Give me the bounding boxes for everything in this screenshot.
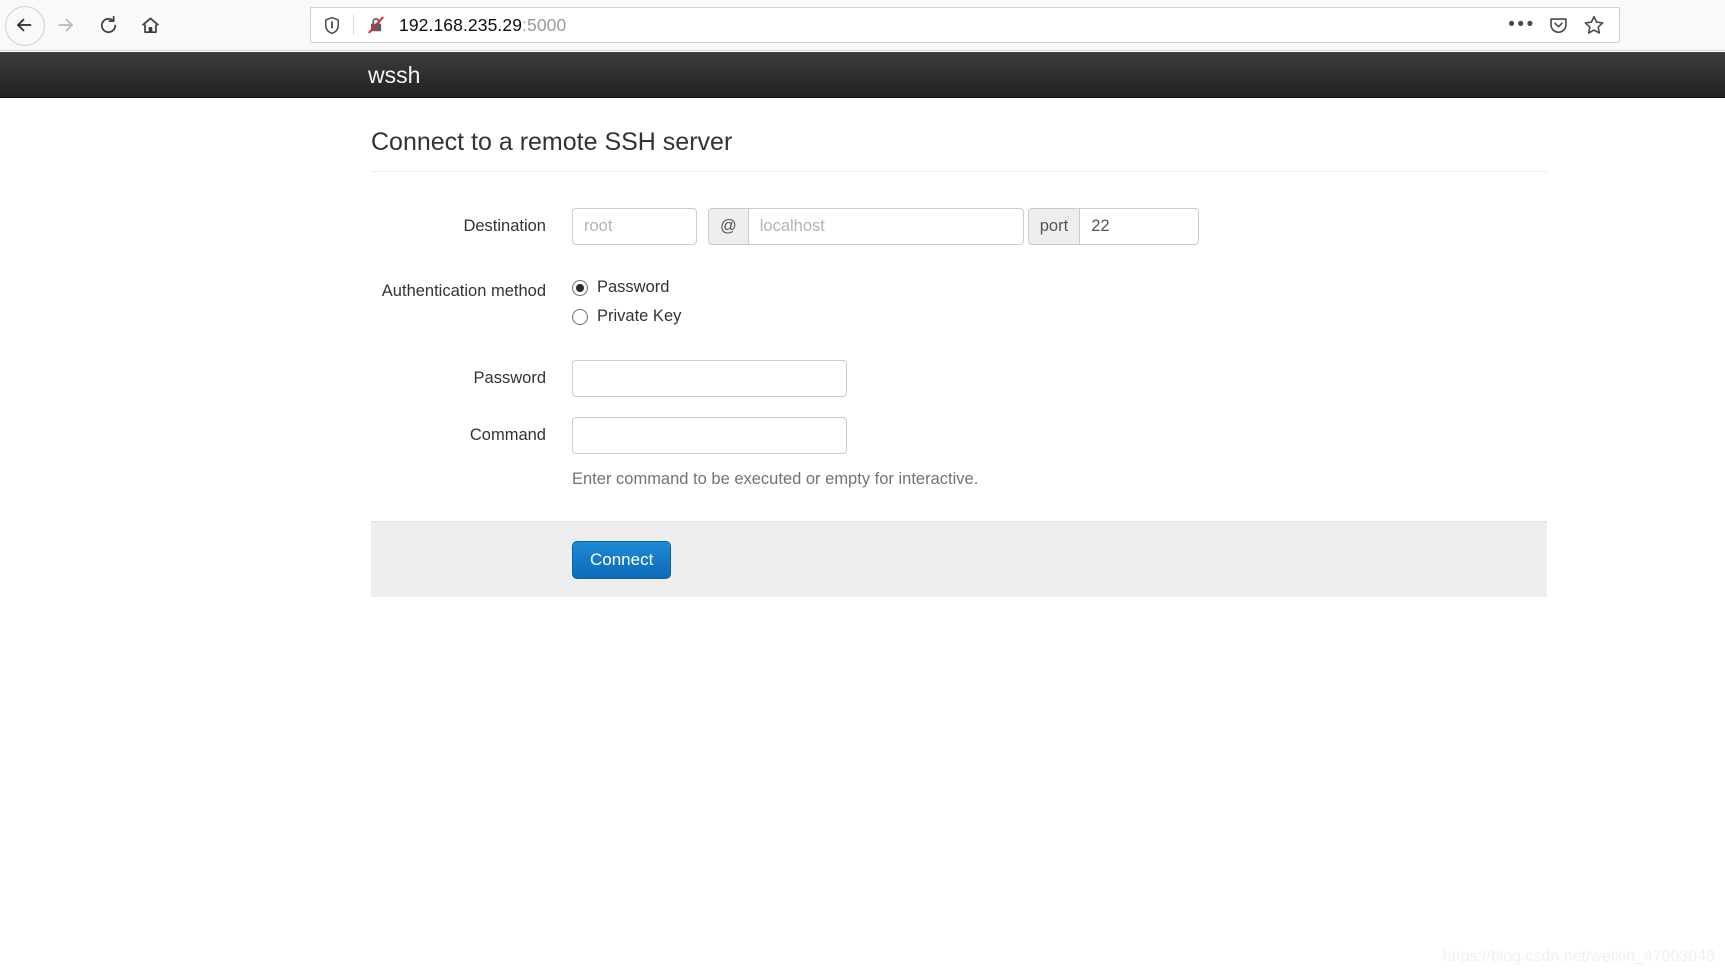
title-divider [371, 171, 1547, 172]
form-footer: Connect [371, 521, 1547, 597]
ellipsis-icon[interactable]: ••• [1505, 9, 1539, 41]
page-title: Connect to a remote SSH server [371, 128, 733, 156]
command-row: Command [371, 417, 1547, 459]
urlbar-actions: ••• [1505, 9, 1619, 41]
back-icon[interactable] [5, 6, 45, 46]
app-navbar: wssh [0, 52, 1725, 98]
command-label: Command [469, 426, 546, 444]
at-addon: @ [708, 208, 748, 245]
command-help-text: Enter command to be executed or empty fo… [572, 470, 979, 488]
password-row: Password [371, 360, 1547, 402]
star-icon[interactable] [1577, 9, 1611, 41]
radio-private-key-label: Private Key [597, 307, 682, 325]
forward-icon [47, 6, 85, 44]
radio-password-label: Password [597, 278, 670, 296]
url-bar[interactable]: 192.168.235.29:5000 ••• [310, 7, 1620, 43]
password-input[interactable] [572, 360, 847, 397]
port-input[interactable] [1079, 208, 1200, 245]
command-input[interactable] [572, 417, 847, 454]
destination-input-group: @ port [572, 208, 1200, 245]
brand-link[interactable]: wssh [368, 61, 420, 89]
home-icon[interactable] [131, 6, 169, 44]
auth-method-label: Authentication method [381, 282, 546, 300]
auth-method-row: Authentication method Password Private K… [371, 273, 1547, 353]
password-label: Password [473, 369, 546, 387]
radio-password-indicator[interactable] [572, 279, 588, 296]
destination-row: Destination @ port [371, 208, 1547, 248]
port-addon: port [1027, 208, 1080, 245]
destination-label: Destination [463, 217, 546, 235]
urlbar-divider [353, 15, 354, 35]
browser-toolbar: 192.168.235.29:5000 ••• [0, 0, 1725, 51]
hostname-input[interactable] [747, 208, 1024, 245]
username-input[interactable] [572, 208, 697, 245]
shield-icon[interactable] [323, 16, 341, 35]
radio-private-key[interactable]: Private Key [572, 302, 681, 331]
url-text[interactable]: 192.168.235.29:5000 [399, 15, 566, 36]
url-port: :5000 [522, 14, 567, 35]
url-host: 192.168.235.29 [399, 14, 523, 35]
pocket-icon[interactable] [1541, 9, 1575, 41]
connect-button[interactable]: Connect [572, 541, 672, 579]
auth-method-options: Password Private Key [572, 273, 681, 331]
watermark: https://blog.csdn.net/weixin_47003048 [1442, 948, 1715, 965]
lock-crossed-out-icon[interactable] [366, 15, 386, 35]
reload-icon[interactable] [89, 6, 127, 44]
radio-password[interactable]: Password [572, 273, 681, 302]
radio-private-key-indicator[interactable] [572, 308, 588, 325]
